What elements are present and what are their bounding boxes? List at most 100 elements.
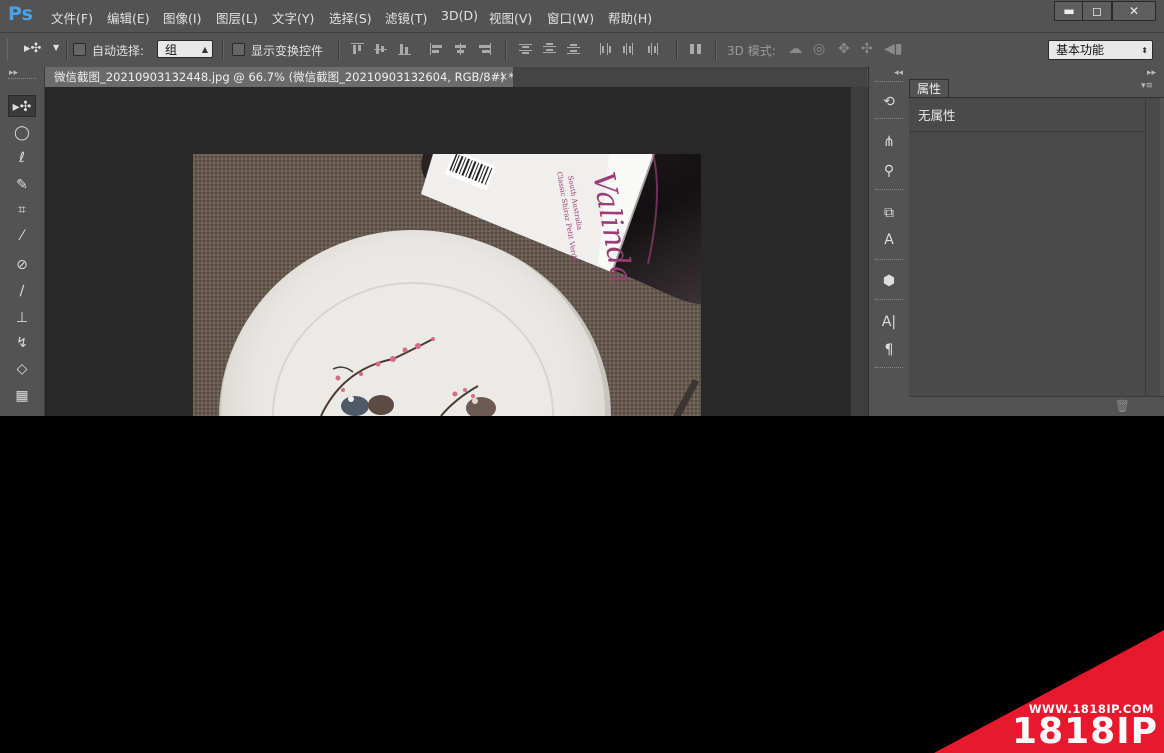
panel-divider	[909, 131, 1145, 132]
dock-grip[interactable]	[875, 81, 903, 85]
menu-file[interactable]: 文件(F)	[51, 8, 93, 27]
workspace-value: 基本功能	[1056, 43, 1105, 57]
menu-type[interactable]: 文字(Y)	[272, 8, 314, 27]
3d-panel-icon[interactable]: ⬢	[877, 270, 901, 292]
distribute-right-icon[interactable]	[647, 43, 660, 55]
menu-edit[interactable]: 编辑(E)	[107, 8, 150, 27]
align-bottom-icon[interactable]	[398, 43, 411, 55]
divider	[505, 40, 507, 60]
dock-grip[interactable]	[875, 189, 903, 193]
options-bar: ▸✣ ▼ 自动选择: 组 ▲ 显示变换控件 3D 模式: ☁ ◎ ✥ ✣ ◀▮ …	[0, 32, 1164, 68]
distribute-left-icon[interactable]	[599, 43, 612, 55]
workspace-dropdown[interactable]: 基本功能 ⬍	[1048, 40, 1153, 60]
properties-panel: ▸▸ 属性 ▾≡ 无属性 🗑	[909, 67, 1164, 416]
align-top-icon[interactable]	[351, 43, 364, 55]
divider	[676, 40, 678, 60]
distribute-top-icon[interactable]	[519, 43, 532, 55]
eyedropper-icon[interactable]: ⁄	[8, 225, 36, 247]
character-panel-icon[interactable]: A|	[877, 311, 901, 333]
character-styles-icon[interactable]: A	[877, 229, 901, 251]
3d-pan-icon[interactable]: ✥	[838, 41, 850, 57]
document-tab-bar: 微信截图_20210903132448.jpg @ 66.7% (微信截图_20…	[45, 67, 867, 87]
distribute-bottom-icon[interactable]	[567, 43, 580, 55]
watermark-brand: 1818IP	[1012, 711, 1158, 752]
eraser-icon[interactable]: ◇	[8, 358, 36, 380]
menu-select[interactable]: 选择(S)	[329, 8, 372, 27]
move-tool-icon[interactable]: ▸✣	[24, 41, 41, 56]
menu-image[interactable]: 图像(I)	[163, 8, 201, 27]
dock-grip[interactable]	[875, 118, 903, 122]
panel-dock: ◂◂ ⟲ ⋔ ⚲ ⧉ A ⬢ A| ¶	[868, 67, 910, 416]
3d-scale-icon[interactable]: ◀▮	[884, 41, 902, 57]
toolbar-grip[interactable]	[8, 78, 36, 82]
distribute-hcenter-icon[interactable]	[623, 43, 636, 55]
3d-rotate-icon[interactable]: ☁	[788, 41, 802, 57]
3d-slide-icon[interactable]: ✣	[861, 41, 873, 57]
divider	[66, 40, 68, 60]
chevron-updown-icon: ⬍	[1141, 46, 1148, 55]
auto-align-icon[interactable]	[689, 43, 702, 55]
vertical-scrollbar[interactable]	[850, 87, 868, 416]
divider	[222, 40, 224, 60]
crop-icon[interactable]: ⌗	[8, 199, 36, 221]
dock-grip[interactable]	[875, 367, 903, 371]
divider	[715, 40, 717, 60]
collapse-panel-icon[interactable]: ▸▸	[1147, 68, 1156, 78]
brush-presets-icon[interactable]: ⋔	[877, 131, 901, 153]
menu-window[interactable]: 窗口(W)	[547, 8, 594, 27]
brush-icon[interactable]: ∕	[8, 280, 36, 302]
3d-roll-icon[interactable]: ◎	[813, 41, 825, 57]
chevron-updown-icon: ▲	[201, 45, 208, 54]
divider	[338, 40, 340, 60]
menu-layer[interactable]: 图层(L)	[216, 8, 258, 27]
lasso-icon[interactable]: ℓ	[8, 147, 36, 169]
minimize-button[interactable]: ▬	[1054, 1, 1084, 21]
properties-footer: 🗑	[909, 396, 1164, 416]
properties-scrollbar[interactable]	[1145, 98, 1160, 396]
align-right-icon[interactable]	[478, 43, 491, 55]
tool-preset-chevron-icon[interactable]: ▼	[53, 43, 59, 52]
quick-selection-icon[interactable]: ✎	[8, 174, 36, 196]
document-tab-title: 微信截图_20210903132448.jpg @ 66.7% (微信截图_20…	[54, 70, 513, 84]
auto-select-dropdown[interactable]: 组 ▲	[157, 40, 213, 58]
show-transform-checkbox[interactable]	[232, 43, 245, 56]
align-vcenter-icon[interactable]	[374, 43, 387, 55]
menu-help[interactable]: 帮助(H)	[608, 8, 652, 27]
healing-brush-icon[interactable]: ⊘	[8, 254, 36, 276]
tab-properties[interactable]: 属性	[909, 79, 949, 98]
distribute-vcenter-icon[interactable]	[543, 43, 556, 55]
brush-panel-icon[interactable]: ⚲	[877, 160, 901, 182]
history-panel-icon[interactable]: ⟲	[877, 91, 901, 113]
align-left-icon[interactable]	[430, 43, 443, 55]
options-grip[interactable]	[7, 39, 11, 61]
auto-select-value: 组	[165, 43, 178, 57]
document-image[interactable]: Valinda South Australia Classic Shiraz P…	[193, 154, 701, 416]
move-tool-icon[interactable]: ▸✣	[8, 95, 36, 117]
dock-grip[interactable]	[875, 299, 903, 303]
align-hcenter-icon[interactable]	[454, 43, 467, 55]
paragraph-panel-icon[interactable]: ¶	[877, 339, 901, 361]
panel-menu-icon[interactable]: ▾≡	[1141, 81, 1153, 91]
collapse-toolbar-icon[interactable]: ▸▸	[9, 68, 18, 78]
restore-button[interactable]: ◻	[1082, 1, 1112, 21]
clone-source-icon[interactable]: ⧉	[877, 202, 901, 224]
elliptical-marquee-icon[interactable]: ◯	[8, 122, 36, 144]
history-brush-icon[interactable]: ↯	[8, 332, 36, 354]
close-tab-icon[interactable]: ×	[499, 67, 508, 87]
menu-3d[interactable]: 3D(D)	[441, 8, 478, 23]
properties-content	[909, 98, 1145, 396]
document-tab[interactable]: 微信截图_20210903132448.jpg @ 66.7% (微信截图_20…	[45, 67, 513, 87]
auto-select-checkbox[interactable]	[73, 43, 86, 56]
dock-grip[interactable]	[875, 259, 903, 263]
clone-stamp-icon[interactable]: ⊥	[8, 307, 36, 329]
photoshop-logo: Ps	[8, 3, 33, 25]
close-button[interactable]: ✕	[1112, 1, 1156, 21]
collapse-dock-icon[interactable]: ◂◂	[894, 68, 903, 78]
3d-mode-label: 3D 模式:	[727, 44, 776, 58]
photoshop-window: Ps 文件(F) 编辑(E) 图像(I) 图层(L) 文字(Y) 选择(S) 滤…	[0, 0, 1164, 416]
menu-filter[interactable]: 滤镜(T)	[385, 8, 427, 27]
menu-view[interactable]: 视图(V)	[489, 8, 532, 27]
gradient-icon[interactable]: ▦	[8, 385, 36, 407]
properties-empty-text: 无属性	[918, 108, 956, 123]
trash-icon[interactable]: 🗑	[1115, 399, 1130, 413]
